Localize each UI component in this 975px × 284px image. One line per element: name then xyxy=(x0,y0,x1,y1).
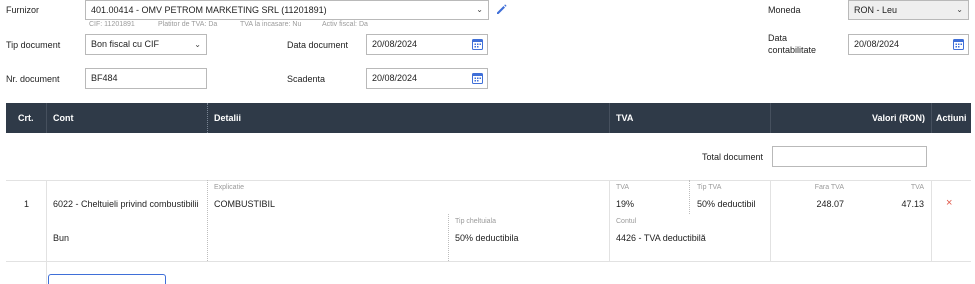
furnizor-tva-payer: Platitor de TVA: Da xyxy=(158,21,218,28)
data-contabilitate-input[interactable]: 20/08/2024 xyxy=(848,34,969,55)
scadenta-input[interactable]: 20/08/2024 xyxy=(366,68,488,89)
tip-document-select[interactable]: Bon fiscal cu CIF ⌄ xyxy=(85,34,207,55)
row-tva-label: TVA xyxy=(616,184,630,191)
nr-document-label: Nr. document xyxy=(6,74,60,84)
row-divider-tip-cheltuiala xyxy=(448,214,449,261)
row-divider-tva xyxy=(609,180,610,261)
data-document-label: Data document xyxy=(287,40,349,50)
chevron-down-icon: ⌄ xyxy=(956,5,963,14)
data-document-input[interactable]: 20/08/2024 xyxy=(366,34,488,55)
data-document-value: 20/08/2024 xyxy=(372,39,418,49)
pencil-icon[interactable] xyxy=(495,3,508,16)
row-contul[interactable]: 4426 - TVA deductibilă xyxy=(616,233,706,243)
row-fara-tva-label: Fara TVA xyxy=(814,184,844,191)
row-tip-tva-label: Tip TVA xyxy=(697,184,722,191)
tip-document-label: Tip document xyxy=(6,40,61,50)
row-tip-tva[interactable]: 50% deductibil xyxy=(697,199,756,209)
row-divider-tip-tva xyxy=(689,180,690,214)
nr-document-input[interactable]: BF484 xyxy=(85,68,207,89)
furnizor-value: 401.00414 - OMV PETROM MARKETING SRL (11… xyxy=(91,5,327,15)
furnizor-select[interactable]: 401.00414 - OMV PETROM MARKETING SRL (11… xyxy=(85,0,489,20)
row-tva-value-label: TVA xyxy=(910,184,924,191)
row-divider-crt xyxy=(46,180,47,284)
row-fara-tva[interactable]: 248.07 xyxy=(816,199,844,209)
row-tip-cheltuiala[interactable]: 50% deductibila xyxy=(455,233,519,243)
column-header-tva: TVA xyxy=(616,113,634,123)
scadenta-label: Scadenta xyxy=(287,74,326,84)
furnizor-cif: CIF: 11201891 xyxy=(89,21,135,28)
row-tva-value[interactable]: 47.13 xyxy=(901,199,924,209)
column-header-crt: Crt. xyxy=(18,113,34,123)
row-tip-cheltuiala-label: Tip cheltuiala xyxy=(455,218,496,225)
moneda-label: Moneda xyxy=(768,5,801,15)
row-crt: 1 xyxy=(24,199,30,209)
column-divider xyxy=(770,103,771,133)
furnizor-activ-fiscal: Activ fiscal: Da xyxy=(322,21,368,28)
add-row-button[interactable] xyxy=(48,274,166,284)
calendar-icon[interactable] xyxy=(472,38,483,50)
chevron-down-icon: ⌄ xyxy=(476,5,483,14)
column-divider xyxy=(207,103,208,133)
row-top-border xyxy=(6,180,971,181)
furnizor-tva-incasare: TVA la incasare: Nu xyxy=(240,21,302,28)
total-document-label: Total document xyxy=(702,152,764,162)
column-divider xyxy=(609,103,610,133)
row-explicatie[interactable]: COMBUSTIBIL xyxy=(214,199,275,209)
row-divider-cont xyxy=(207,180,208,261)
column-divider xyxy=(46,103,47,133)
calendar-icon[interactable] xyxy=(953,38,964,50)
row-tva[interactable]: 19% xyxy=(616,199,634,209)
column-divider xyxy=(931,103,932,133)
column-header-cont: Cont xyxy=(53,113,74,123)
column-header-valori: Valori (RON) xyxy=(871,113,925,123)
row-divider-actiuni xyxy=(931,180,932,261)
row-contul-label: Contul xyxy=(616,218,637,225)
scadenta-value: 20/08/2024 xyxy=(372,73,418,83)
column-header-detalii: Detalii xyxy=(214,113,242,123)
column-header-actiuni: Actiuni xyxy=(936,113,967,123)
row-bun: Bun xyxy=(53,233,70,243)
row-bottom-border xyxy=(6,261,971,262)
data-contabilitate-label-2: contabilitate xyxy=(768,45,817,55)
table-header: Crt. Cont Detalii TVA Valori (RON) Actiu… xyxy=(6,103,971,133)
data-contabilitate-value: 20/08/2024 xyxy=(854,39,900,49)
row-divider-valori xyxy=(770,180,771,261)
chevron-down-icon: ⌄ xyxy=(194,40,201,49)
moneda-value: RON - Leu xyxy=(854,5,898,15)
moneda-select[interactable]: RON - Leu ⌄ xyxy=(848,0,969,20)
close-icon[interactable]: × xyxy=(946,198,952,209)
data-contabilitate-label-1: Data xyxy=(768,33,788,43)
calendar-icon[interactable] xyxy=(472,72,483,84)
total-document-input[interactable] xyxy=(772,146,927,167)
row-explicatie-label: Explicatie xyxy=(214,184,244,191)
furnizor-label: Furnizor xyxy=(6,5,40,15)
nr-document-value: BF484 xyxy=(91,73,118,83)
tip-document-value: Bon fiscal cu CIF xyxy=(91,39,160,49)
row-cont[interactable]: 6022 - Cheltuieli privind combustibilii xyxy=(53,199,199,209)
